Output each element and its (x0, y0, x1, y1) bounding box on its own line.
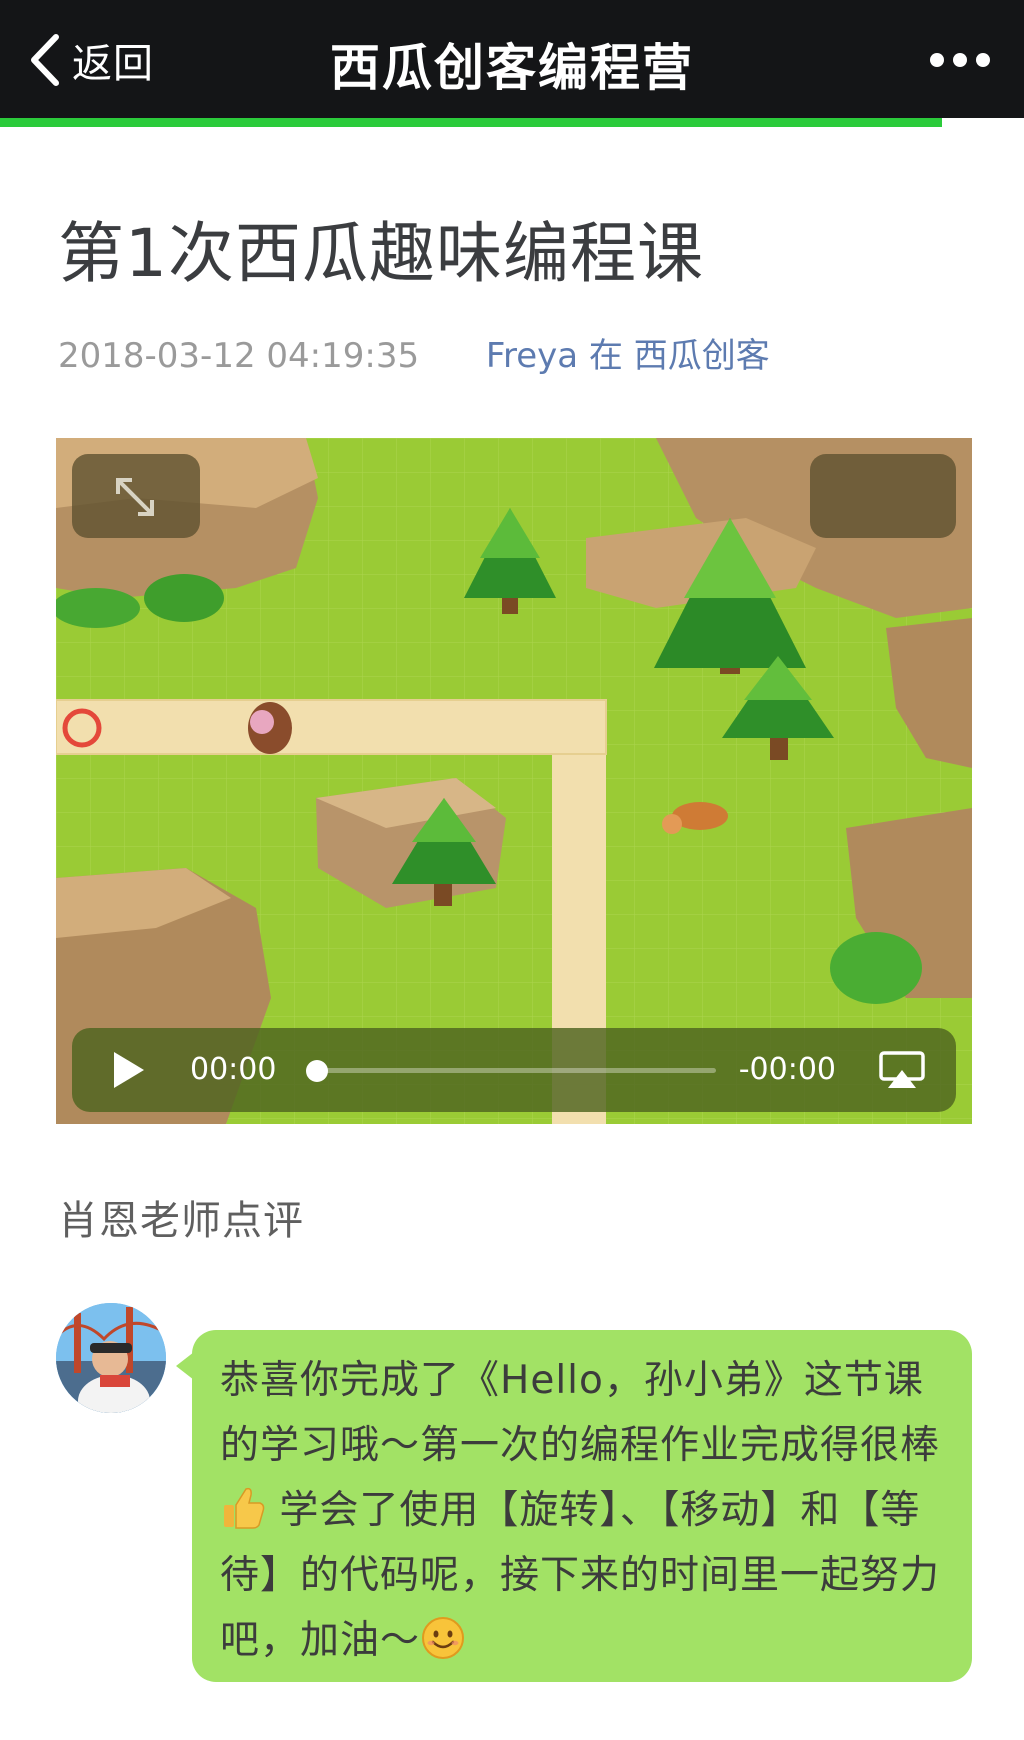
video-player[interactable]: 00:00 -00:00 (56, 438, 972, 1124)
reviewer-label: 肖恩老师点评 (58, 1198, 304, 1244)
seek-knob[interactable] (306, 1060, 328, 1082)
game-scene-image (56, 438, 972, 1124)
thumbs-up-icon (224, 1487, 265, 1529)
article-page: 返回 西瓜创客编程营 第1次西瓜趣味编程课 2018-03-12 04:19:3… (0, 0, 1024, 1740)
nav-bar: 返回 西瓜创客编程营 (0, 0, 1024, 118)
video-controls: 00:00 -00:00 (72, 1028, 956, 1112)
comment-text: 恭喜你完成了《Hello，孙小弟》这节课的学习哦～第一次的编程作业完成得很棒 学… (220, 1348, 948, 1673)
load-progress-bar (0, 118, 942, 127)
remaining-time: -00:00 (738, 1052, 836, 1087)
publish-time: 2018-03-12 04:19:35 (58, 336, 420, 376)
avatar-image (56, 1303, 166, 1413)
comment-text-part1: 恭喜你完成了《Hello，孙小弟》这节课的学习哦～第一次的编程作业完成得很棒 (220, 1358, 941, 1468)
comment-text-part2: 学会了使用【旋转】、【移动】和【等待】的代码呢，接下来的时间里一起努力吧，加油～ (220, 1488, 941, 1663)
play-icon[interactable] (112, 1050, 146, 1090)
article-title: 第1次西瓜趣味编程课 (58, 215, 704, 292)
comment-bubble: 恭喜你完成了《Hello，孙小弟》这节课的学习哦～第一次的编程作业完成得很棒 学… (176, 1330, 972, 1682)
article-meta: 2018-03-12 04:19:35 Freya 在 西瓜创客 (58, 328, 770, 377)
avatar[interactable] (56, 1303, 166, 1413)
bubble-tail (176, 1352, 194, 1380)
author-link[interactable]: Freya 在 西瓜创客 (486, 336, 770, 376)
current-time: 00:00 (190, 1052, 277, 1087)
fullscreen-button[interactable] (72, 454, 200, 538)
airplay-icon[interactable] (878, 1050, 926, 1090)
smile-icon (422, 1617, 465, 1659)
video-overlay-button[interactable] (810, 454, 956, 538)
more-dots-icon[interactable] (930, 46, 990, 74)
fullscreen-icon (116, 478, 154, 516)
page-title: 西瓜创客编程营 (330, 39, 694, 97)
seek-bar[interactable] (306, 1060, 716, 1082)
